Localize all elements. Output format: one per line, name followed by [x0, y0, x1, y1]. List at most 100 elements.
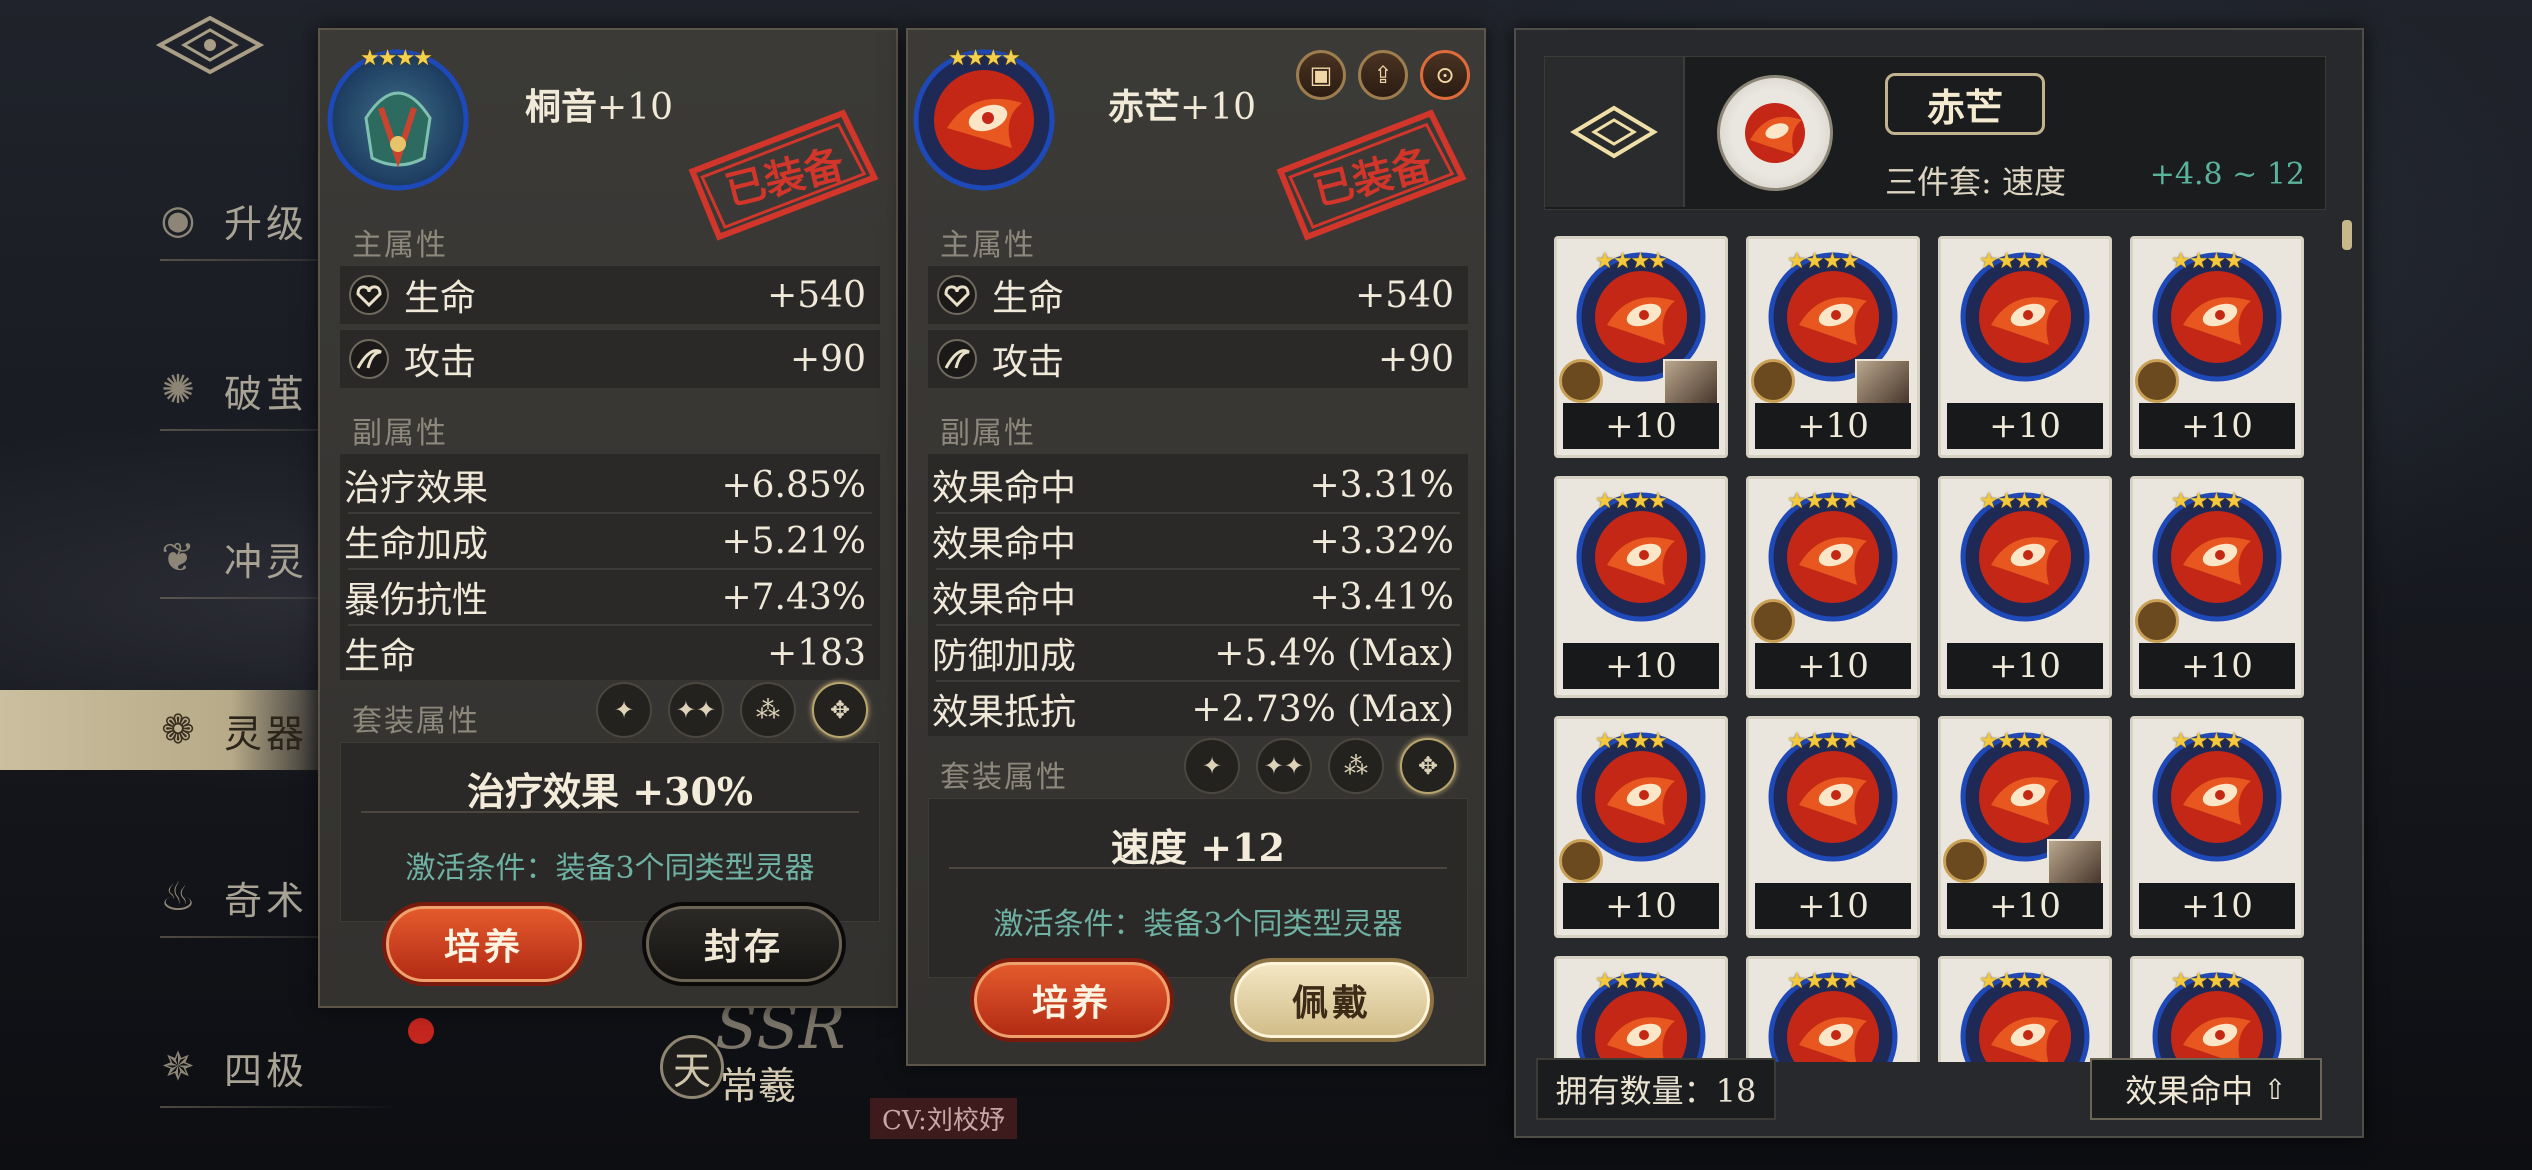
stat-value: +90: [790, 338, 866, 380]
artifact-level: +10: [1755, 883, 1911, 929]
star-rating: ★★★★: [2171, 969, 2244, 994]
artifact-card[interactable]: ★★★★ +10: [1554, 236, 1728, 458]
selected-item-panel: ★★★★ 赤芒+10 ▣ ⇪ ⊙ 已装备 主属性 生命 +540 攻击 +90 …: [906, 28, 1486, 1066]
lock-icon: [2135, 599, 2179, 643]
filter-button[interactable]: [1545, 57, 1685, 207]
stat-label: 效果命中: [932, 524, 1077, 565]
inventory-header: 赤芒 三件套: 速度 +4.8 ~ 12: [1544, 56, 2326, 210]
divider: [949, 867, 1447, 869]
lock-icon: [1751, 599, 1795, 643]
artifact-card[interactable]: ★★★★ +10: [2130, 236, 2304, 458]
stat-label: 生命: [344, 636, 417, 677]
artifact-card[interactable]: ★★★★: [2130, 956, 2304, 1062]
stat-label: 攻击: [992, 342, 1065, 383]
artifact-card[interactable]: ★★★★ +10: [1938, 716, 2112, 938]
stat-value: +7.43%: [721, 576, 866, 618]
set-tier-4-icon[interactable]: ✥: [1400, 738, 1456, 794]
eye-icon: ✺: [161, 367, 199, 413]
star-rating: ★★★★: [1787, 729, 1860, 754]
flame-icon: ♨: [160, 874, 200, 920]
artifact-card[interactable]: ★★★★ +10: [1746, 716, 1920, 938]
artifact-level: +10: [2139, 643, 2295, 689]
set-tier-1-icon[interactable]: ✦: [596, 682, 652, 738]
nav-label: 破茧: [224, 371, 309, 416]
item-title: 赤芒+10: [1108, 78, 1256, 130]
seal-button[interactable]: 封存: [646, 906, 842, 982]
character-badge: 天: [660, 1035, 724, 1099]
artifact-card[interactable]: ★★★★: [1554, 956, 1728, 1062]
stat-label: 效果命中: [932, 580, 1077, 621]
set-tier-selector: ✦ ✦✦ ⁂ ✥: [596, 682, 868, 738]
emblem-filter-icon: [1570, 105, 1658, 159]
star-rating: ★★★★: [1979, 969, 2052, 994]
star-rating: ★★★★: [2171, 489, 2244, 514]
inventory-panel: 赤芒 三件套: 速度 +4.8 ~ 12 ★★★★ +10 ★★★★ +10 ★★★★ +…: [1514, 28, 2364, 1138]
selected-artifact-icon: [1717, 75, 1833, 191]
star-rating: ★★★★: [2171, 249, 2244, 274]
artifact-card[interactable]: ★★★★: [1746, 956, 1920, 1062]
stat-label: 效果命中: [932, 468, 1077, 509]
artifact-card[interactable]: ★★★★ +10: [1938, 476, 2112, 698]
share-icon[interactable]: ⇪: [1358, 50, 1408, 100]
lock-icon[interactable]: ⊙: [1420, 50, 1470, 100]
scrollbar[interactable]: [2342, 220, 2352, 250]
lock-icon: [1559, 359, 1603, 403]
equip-button[interactable]: 佩戴: [1234, 962, 1430, 1038]
star-burst-icon: ✵: [161, 1044, 199, 1090]
compare-icon[interactable]: ▣: [1296, 50, 1346, 100]
equipped-item-panel: ★★★★ 桐音+10 已装备 主属性 生命 +540 攻击 +90 副属性 治疗…: [318, 28, 898, 1008]
notification-dot: [408, 1018, 434, 1044]
cultivate-button[interactable]: 培养: [974, 962, 1170, 1038]
sub-stat-row: 效果命中 +3.31%: [928, 456, 1468, 514]
artifact-card[interactable]: ★★★★ +10: [2130, 476, 2304, 698]
main-stat-row: 攻击 +90: [340, 330, 880, 388]
item-name: 桐音: [525, 86, 598, 128]
stat-label: 防御加成: [932, 636, 1077, 677]
item-actions: ▣ ⇪ ⊙: [1296, 50, 1470, 100]
sub-stat-row: 效果命中 +3.41%: [928, 568, 1468, 626]
equipped-stamp: 已装备: [1276, 109, 1467, 241]
nav-item-four-poles[interactable]: ✵ 四极: [150, 1032, 410, 1108]
set-tier-4-icon[interactable]: ✥: [812, 682, 868, 738]
artifact-level: +10: [1563, 643, 1719, 689]
stat-value: +3.41%: [1309, 576, 1454, 618]
sort-label: 效果命中: [2125, 1072, 2254, 1110]
star-rating: ★★★★: [1979, 249, 2052, 274]
artifact-card[interactable]: ★★★★ +10: [1746, 476, 1920, 698]
set-bonus-text: 三件套: 速度: [1885, 163, 2066, 201]
set-effect-box: 速度 +12 激活条件：装备3个同类型灵器: [928, 798, 1468, 978]
divider: [361, 811, 859, 813]
selected-artifact-name: 赤芒: [1885, 73, 2045, 135]
flame-orb-icon: [1745, 103, 1805, 163]
artifact-level: +10: [1755, 403, 1911, 449]
artifact-card[interactable]: ★★★★ +10: [2130, 716, 2304, 938]
artifact-card[interactable]: ★★★★: [1938, 956, 2112, 1062]
divider: [160, 1106, 400, 1108]
flame-icon: ◉: [160, 197, 200, 243]
main-stat-row: 生命 +540: [928, 266, 1468, 324]
stat-value: +3.32%: [1309, 520, 1454, 562]
nav-item-artifact[interactable]: ❁ 灵器: [0, 690, 330, 770]
artifact-card[interactable]: ★★★★ +10: [1938, 236, 2112, 458]
set-tier-3-icon[interactable]: ⁂: [740, 682, 796, 738]
artifact-level: +10: [1947, 403, 2103, 449]
artifact-level: +10: [1947, 883, 2103, 929]
set-tier-2-icon[interactable]: ✦✦: [668, 682, 724, 738]
set-tier-3-icon[interactable]: ⁂: [1328, 738, 1384, 794]
set-tier-2-icon[interactable]: ✦✦: [1256, 738, 1312, 794]
set-condition: 激活条件：装备3个同类型灵器: [993, 907, 1403, 942]
cultivate-button[interactable]: 培养: [386, 906, 582, 982]
stat-label: 攻击: [404, 342, 477, 383]
set-tier-1-icon[interactable]: ✦: [1184, 738, 1240, 794]
back-emblem-icon[interactable]: [150, 10, 270, 80]
set-stats-label: 套装属性: [940, 760, 1068, 795]
artifact-card[interactable]: ★★★★ +10: [1554, 476, 1728, 698]
artifact-card[interactable]: ★★★★ +10: [1746, 236, 1920, 458]
artifact-card[interactable]: ★★★★ +10: [1554, 716, 1728, 938]
star-rating: ★★★★: [1595, 729, 1668, 754]
sub-stat-row: 生命加成 +5.21%: [340, 512, 880, 570]
sort-button[interactable]: 效果命中 ⇧: [2090, 1058, 2322, 1120]
stat-label: 暴伤抗性: [344, 580, 489, 621]
stat-label: 生命加成: [344, 524, 489, 565]
stat-label: 效果抵抗: [932, 692, 1077, 733]
